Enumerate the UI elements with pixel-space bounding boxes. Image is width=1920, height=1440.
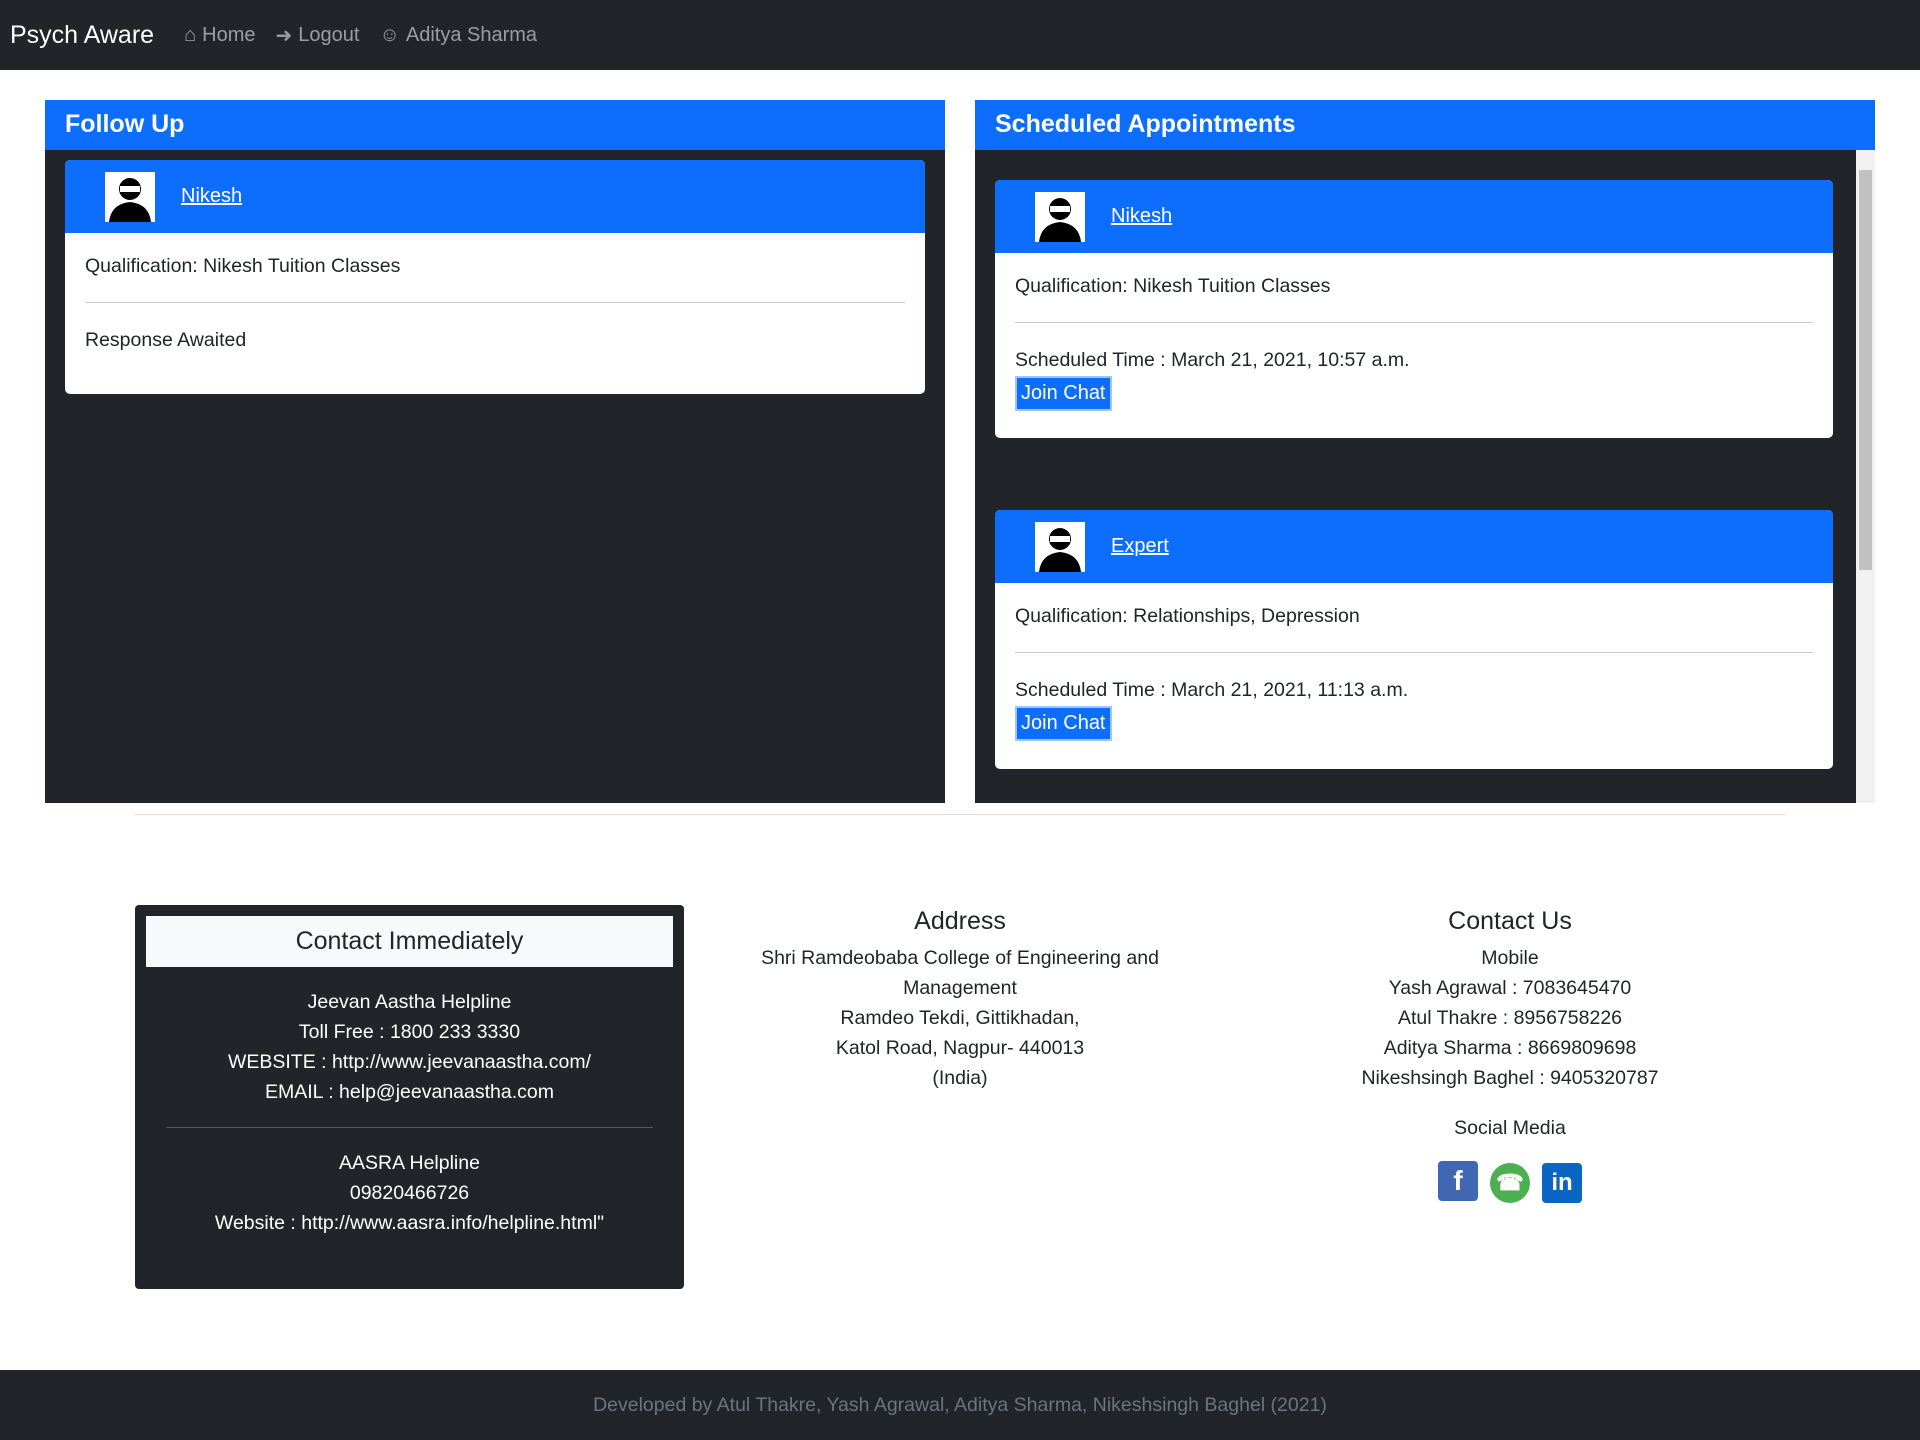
address-line: Shri Ramdeobaba College of Engineering a…: [761, 947, 1159, 999]
join-chat-button[interactable]: Join Chat: [1015, 706, 1112, 741]
contact-us-title: Contact Us: [1448, 907, 1572, 935]
contact-immediately-box: Contact Immediately Jeevan Aastha Helpli…: [135, 905, 684, 1289]
qualification: Qualification: Relationships, Depression: [1015, 605, 1360, 627]
expert-name-link[interactable]: Expert: [1111, 535, 1169, 558]
nav-home-label: Home: [202, 23, 256, 46]
avatar-icon: [1035, 191, 1085, 242]
panel-title: Scheduled Appointments: [975, 100, 1875, 150]
nav-user-label: Aditya Sharma: [405, 23, 538, 46]
mobile-label: Mobile: [1481, 947, 1539, 969]
follow-up-card: Nikesh Qualification: Nikesh Tuition Cla…: [65, 160, 925, 394]
helpline-line: AASRA Helpline: [339, 1152, 480, 1174]
status: Response Awaited: [85, 329, 247, 351]
appointments-panel: Scheduled Appointments Nikesh Qualificat…: [975, 100, 1875, 803]
contact-line: Aditya Sharma : 8669809698: [1383, 1037, 1637, 1059]
expert-name-link[interactable]: Nikesh: [181, 185, 242, 208]
contact-line: Nikeshsingh Baghel : 9405320787: [1361, 1067, 1659, 1089]
nav-logout[interactable]: ➜ Logout: [276, 23, 360, 48]
facebook-icon[interactable]: f: [1438, 1161, 1478, 1201]
home-icon: ⌂: [184, 23, 197, 46]
nav-user[interactable]: ☺ Aditya Sharma: [379, 24, 537, 47]
whatsapp-icon[interactable]: ☎: [1490, 1163, 1530, 1203]
contact-line: Atul Thakre : 8956758226: [1397, 1007, 1623, 1029]
helpline-line: Jeevan Aastha Helpline: [307, 991, 512, 1013]
helpline-line: WEBSITE : http://www.jeevanaastha.com/: [227, 1051, 592, 1073]
social-label: Social Media: [1454, 1117, 1566, 1139]
divider: [166, 1127, 653, 1128]
address-line: Ramdeo Tekdi, Gittikhadan,: [840, 1007, 1080, 1029]
avatar-icon: [105, 171, 155, 222]
helpline-line: EMAIL : help@jeevanaastha.com: [265, 1081, 554, 1103]
user-circle-icon: ☺: [379, 23, 400, 46]
helpline-line: Website : http://www.aasra.info/helpline…: [214, 1212, 605, 1234]
qualification: Qualification: Nikesh Tuition Classes: [1015, 275, 1331, 297]
address-line: Katol Road, Nagpur- 440013: [835, 1037, 1085, 1059]
join-chat-button[interactable]: Join Chat: [1015, 376, 1112, 411]
expert-name-link[interactable]: Nikesh: [1111, 205, 1172, 228]
helpline-line: 09820466726: [349, 1182, 470, 1204]
qualification: Qualification: Nikesh Tuition Classes: [85, 255, 401, 277]
contact-line: Yash Agrawal : 7083645470: [1388, 977, 1632, 999]
helpline-line: Toll Free : 1800 233 3330: [298, 1021, 521, 1043]
logout-icon: ➜: [275, 24, 293, 47]
address-line: (India): [932, 1067, 988, 1089]
avatar-icon: [1035, 521, 1085, 572]
contact-us-section: Contact Us Mobile Yash Agrawal : 7083645…: [1290, 905, 1730, 1203]
scheduled-time: Scheduled Time : March 21, 2021, 11:13 a…: [1015, 679, 1409, 701]
scheduled-time: Scheduled Time : March 21, 2021, 10:57 a…: [1015, 349, 1410, 371]
address-title: Address: [914, 907, 1006, 935]
panel-title: Follow Up: [45, 100, 945, 150]
navbar: Psych Aware ⌂ Home ➜ Logout ☺ Aditya Sharma: [0, 0, 1920, 70]
divider: [135, 814, 1785, 815]
appointment-card: Expert Qualification: Relationships, Dep…: [995, 510, 1833, 769]
appointment-card: Nikesh Qualification: Nikesh Tuition Cla…: [995, 180, 1833, 438]
nav-logout-label: Logout: [298, 23, 360, 46]
address-section: Address Shri Ramdeobaba College of Engin…: [740, 905, 1180, 1093]
scrollbar[interactable]: [1856, 150, 1875, 803]
brand[interactable]: Psych Aware: [10, 21, 154, 50]
linkedin-icon[interactable]: in: [1542, 1163, 1582, 1203]
footer: Developed by Atul Thakre, Yash Agrawal, …: [0, 1370, 1920, 1440]
scrollbar-thumb[interactable]: [1859, 170, 1872, 570]
follow-up-panel: Follow Up Nikesh Qualification: Nikesh T…: [45, 100, 945, 803]
nav-home[interactable]: ⌂ Home: [184, 24, 255, 47]
contact-immediately-title: Contact Immediately: [146, 916, 673, 967]
